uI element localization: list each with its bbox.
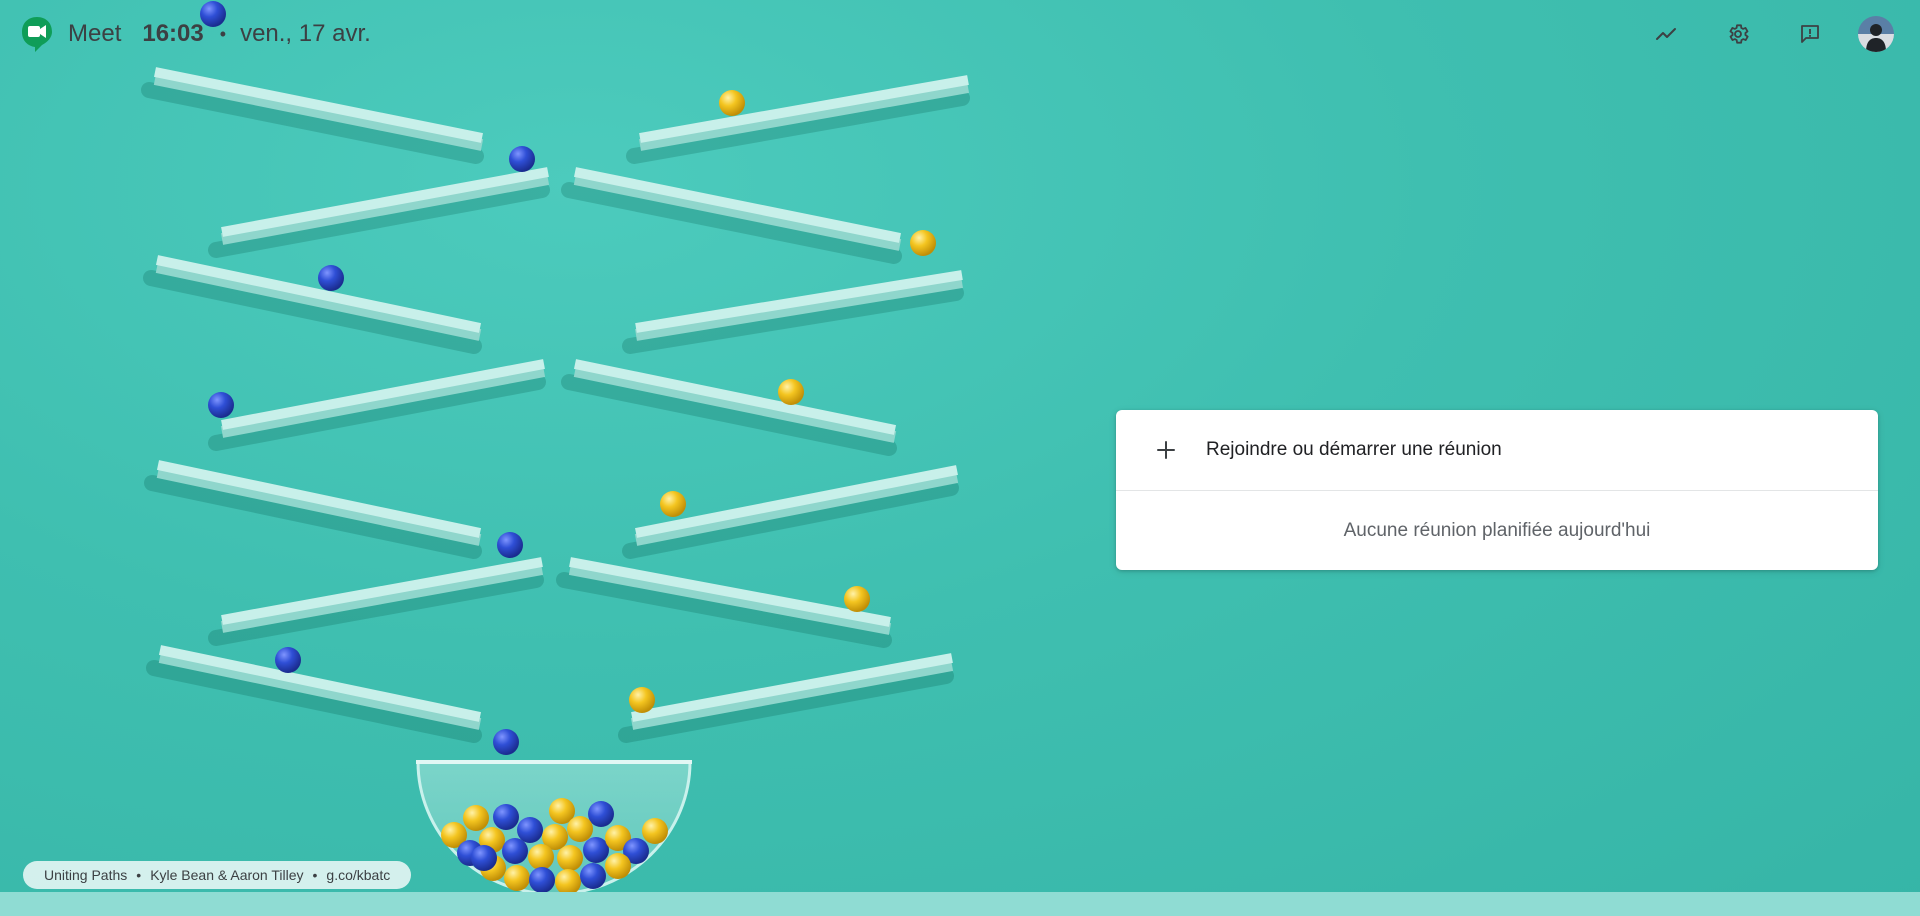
yellow-marble bbox=[910, 230, 936, 256]
yellow-marble bbox=[642, 818, 668, 844]
brand: Meet 16:03 • ven., 17 avr. bbox=[20, 14, 371, 54]
blue-marble bbox=[318, 265, 344, 291]
yellow-marble bbox=[504, 865, 530, 891]
avatar-image bbox=[1858, 16, 1894, 52]
google-meet-logo bbox=[22, 17, 52, 52]
statistics-button[interactable] bbox=[1642, 10, 1690, 58]
no-meetings-row: Aucune réunion planifiée aujourd'hui bbox=[1116, 491, 1878, 570]
yellow-marble bbox=[719, 90, 745, 116]
yellow-marble bbox=[660, 491, 686, 517]
blue-marble bbox=[471, 845, 497, 871]
app-name: Meet bbox=[68, 20, 122, 47]
shelf-side bbox=[156, 466, 482, 546]
bottom-strip bbox=[0, 892, 1920, 916]
shelf-side bbox=[635, 276, 963, 341]
plus-icon bbox=[1157, 441, 1175, 459]
shelf-side bbox=[158, 651, 482, 730]
artwork-title: Uniting Paths bbox=[44, 867, 128, 883]
join-or-start-meeting-button[interactable]: Rejoindre ou démarrer une réunion bbox=[1116, 410, 1878, 491]
blue-marble bbox=[583, 837, 609, 863]
shelf-side bbox=[568, 563, 892, 635]
yellow-marble bbox=[528, 844, 554, 870]
shelf-side bbox=[630, 659, 954, 730]
yellow-marble bbox=[844, 586, 870, 612]
feedback-icon bbox=[1801, 25, 1819, 43]
trending-up-icon bbox=[1656, 28, 1676, 40]
credit-separator: • bbox=[136, 867, 142, 883]
yellow-marble bbox=[557, 845, 583, 871]
blue-marble bbox=[517, 817, 543, 843]
blue-marble bbox=[588, 801, 614, 827]
artwork-link[interactable]: g.co/kbatc bbox=[326, 867, 390, 883]
join-meeting-label: Rejoindre ou démarrer une réunion bbox=[1206, 439, 1502, 460]
meeting-card: Rejoindre ou démarrer une réunion Aucune… bbox=[1116, 410, 1878, 570]
blue-marble bbox=[502, 838, 528, 864]
blue-marble bbox=[275, 647, 301, 673]
gear-icon bbox=[1729, 24, 1749, 44]
shelf-side bbox=[573, 365, 897, 443]
blue-marble bbox=[493, 804, 519, 830]
feedback-button[interactable] bbox=[1786, 10, 1834, 58]
yellow-marble bbox=[778, 379, 804, 405]
yellow-marble bbox=[605, 853, 631, 879]
blue-marble bbox=[509, 146, 535, 172]
shelf-side bbox=[573, 173, 902, 251]
shelf-side bbox=[153, 73, 484, 151]
shelf-side bbox=[220, 173, 550, 245]
shelf-side bbox=[638, 81, 970, 151]
account-avatar[interactable] bbox=[1858, 16, 1894, 52]
header-separator: • bbox=[219, 23, 227, 44]
blue-marble bbox=[580, 863, 606, 889]
yellow-marble bbox=[463, 805, 489, 831]
current-time: 16:03 bbox=[142, 20, 204, 47]
no-meetings-label: Aucune réunion planifiée aujourd'hui bbox=[1343, 519, 1651, 541]
yellow-marble bbox=[567, 816, 593, 842]
artwork-credit: Uniting Paths • Kyle Bean & Aaron Tilley… bbox=[23, 861, 412, 889]
top-bar: Meet 16:03 • ven., 17 avr. bbox=[0, 0, 1920, 68]
settings-button[interactable] bbox=[1714, 10, 1762, 58]
shelf-side bbox=[220, 563, 544, 633]
blue-marble bbox=[493, 729, 519, 755]
shelf-side bbox=[220, 365, 546, 438]
top-actions bbox=[1618, 10, 1894, 58]
blue-marble bbox=[497, 532, 523, 558]
blue-marble bbox=[529, 867, 555, 893]
yellow-marble bbox=[629, 687, 655, 713]
credit-separator: • bbox=[312, 867, 318, 883]
background-artwork bbox=[141, 1, 970, 896]
blue-marble bbox=[208, 392, 234, 418]
current-date: ven., 17 avr. bbox=[240, 20, 371, 47]
artwork-authors: Kyle Bean & Aaron Tilley bbox=[150, 867, 304, 883]
